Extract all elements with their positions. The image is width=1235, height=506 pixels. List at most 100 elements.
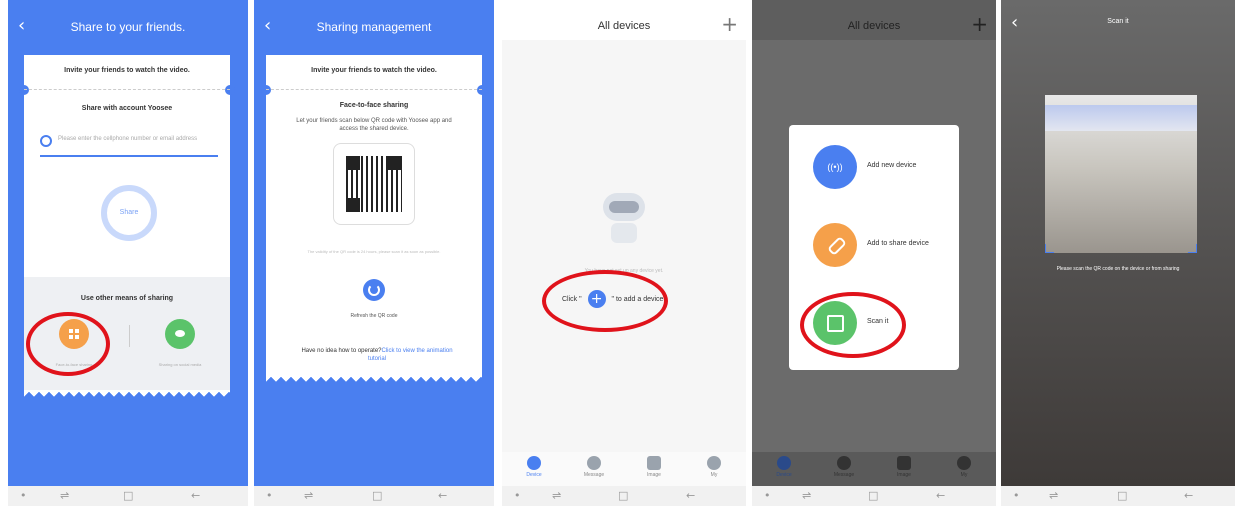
search-field[interactable]: Please enter the cellphone number or ema… (40, 133, 218, 157)
page-title: All devices (847, 20, 901, 32)
tab-device[interactable]: Device (764, 456, 804, 478)
divider (129, 325, 130, 347)
menu-label: Add new device (867, 162, 917, 169)
menu-item-add-to-share-device[interactable]: Add to share device (813, 223, 953, 267)
tab-my[interactable]: My (694, 456, 734, 478)
card-notch (477, 85, 487, 95)
person-icon (707, 456, 721, 470)
share-button-label: Share (119, 209, 139, 216)
menu-label: Add to share device (867, 240, 929, 247)
tab-label: Device (526, 472, 542, 478)
tab-message[interactable]: Message (824, 456, 864, 478)
page-title: Sharing management (316, 20, 432, 34)
sharing-management-screen: ‹ Sharing management Invite your friends… (254, 0, 494, 506)
robot-illustration (597, 185, 651, 245)
tab-device[interactable]: Device (514, 456, 554, 478)
recent-apps-icon[interactable]: ⇌ (60, 489, 69, 502)
refresh-icon (368, 284, 380, 296)
search-icon (40, 135, 52, 147)
home-icon[interactable]: □ (868, 489, 878, 502)
image-icon (897, 456, 911, 470)
divider (266, 89, 482, 90)
camera-icon (527, 456, 541, 470)
tab-my[interactable]: My (944, 456, 984, 478)
nav-dot: • (266, 489, 273, 502)
camera-icon (777, 456, 791, 470)
tab-label: Message (833, 472, 855, 478)
qr-code (346, 156, 402, 212)
home-icon[interactable]: □ (372, 489, 382, 502)
refresh-button[interactable] (363, 279, 385, 301)
system-nav-bar: • ⇌ □ ← (8, 486, 248, 506)
recent-apps-icon[interactable]: ⇌ (1049, 489, 1058, 502)
tab-label: Image (897, 472, 911, 478)
wireless-icon: ((•)) (813, 145, 857, 189)
add-icon[interactable]: + (721, 14, 738, 34)
tab-label: My (960, 472, 968, 478)
tab-label: My (710, 472, 718, 478)
add-icon[interactable]: + (971, 14, 988, 34)
recent-apps-icon[interactable]: ⇌ (304, 489, 313, 502)
nav-dot: • (514, 489, 521, 502)
share-to-friends-screen: ‹ Share to your friends. Invite your fri… (8, 0, 248, 506)
corner-marker (1045, 244, 1054, 253)
image-icon (647, 456, 661, 470)
highlight-ring (26, 312, 110, 376)
message-icon (587, 456, 601, 470)
home-icon[interactable]: □ (1117, 489, 1127, 502)
search-input[interactable]: Please enter the cellphone number or ema… (58, 136, 197, 142)
nav-dot: • (20, 489, 27, 502)
scan-hint: Please scan the QR code on the device or… (1056, 266, 1180, 272)
tab-image[interactable]: Image (634, 456, 674, 478)
back-nav-icon[interactable]: ← (936, 489, 945, 502)
bottom-tab-bar: Device Message Image My (502, 452, 746, 486)
refresh-label: Refresh the QR code (350, 313, 398, 319)
card-notch (261, 85, 271, 95)
header: All devices + (752, 0, 996, 40)
social-share-button[interactable] (165, 319, 195, 349)
back-nav-icon[interactable]: ← (191, 489, 200, 502)
card-notch (19, 85, 29, 95)
account-heading: Share with account Yoosee (81, 105, 173, 112)
tab-label: Image (647, 472, 661, 478)
back-nav-icon[interactable]: ← (438, 489, 447, 502)
header: All devices + (502, 0, 746, 40)
system-nav-bar: • ⇌ □ ← (502, 486, 746, 506)
divider (24, 89, 230, 90)
tab-message[interactable]: Message (574, 456, 614, 478)
chat-icon (175, 330, 185, 337)
share-button[interactable]: Share (101, 185, 157, 241)
section-title: Face-to-face sharing (339, 102, 409, 109)
page-title: Share to your friends. (70, 20, 186, 34)
home-icon[interactable]: □ (618, 489, 628, 502)
instructions: Let your friends scan below QR code with… (296, 118, 452, 132)
card-heading: Invite your friends to watch the video. (311, 67, 437, 74)
help-prefix: Have no idea how to operate? (301, 348, 382, 354)
recent-apps-icon[interactable]: ⇌ (552, 489, 561, 502)
all-devices-screen: All devices + You have not set up any de… (502, 0, 746, 506)
bottom-tab-bar: Device Message Image My (752, 452, 996, 486)
scan-line (1045, 105, 1197, 131)
highlight-ring (800, 292, 906, 358)
tab-image[interactable]: Image (884, 456, 924, 478)
scan-viewfinder (1045, 95, 1197, 253)
message-icon (837, 456, 851, 470)
ticket-edge (266, 375, 482, 383)
tutorial-link[interactable]: Click to view the animation tutorial (368, 348, 453, 362)
system-nav-bar: • ⇌ □ ← (254, 486, 494, 506)
tab-label: Message (583, 472, 605, 478)
home-icon[interactable]: □ (123, 489, 133, 502)
person-icon (957, 456, 971, 470)
qr-code-frame (333, 143, 415, 225)
tab-label: Device (776, 472, 792, 478)
add-device-menu-screen: All devices + ((•)) Add new device Add t… (752, 0, 996, 506)
help-text: Have no idea how to operate?Click to vie… (296, 347, 458, 363)
recent-apps-icon[interactable]: ⇌ (802, 489, 811, 502)
validity-note: The validity of the QR code is 24 hours,… (307, 249, 441, 254)
back-nav-icon[interactable]: ← (686, 489, 695, 502)
menu-item-add-new-device[interactable]: ((•)) Add new device (813, 145, 953, 189)
share-card: Invite your friends to watch the video. … (261, 55, 487, 375)
link-icon (813, 223, 857, 267)
back-nav-icon[interactable]: ← (1184, 489, 1193, 502)
scan-it-screen: ‹ Scan it Please scan the QR code on the… (1001, 0, 1235, 506)
